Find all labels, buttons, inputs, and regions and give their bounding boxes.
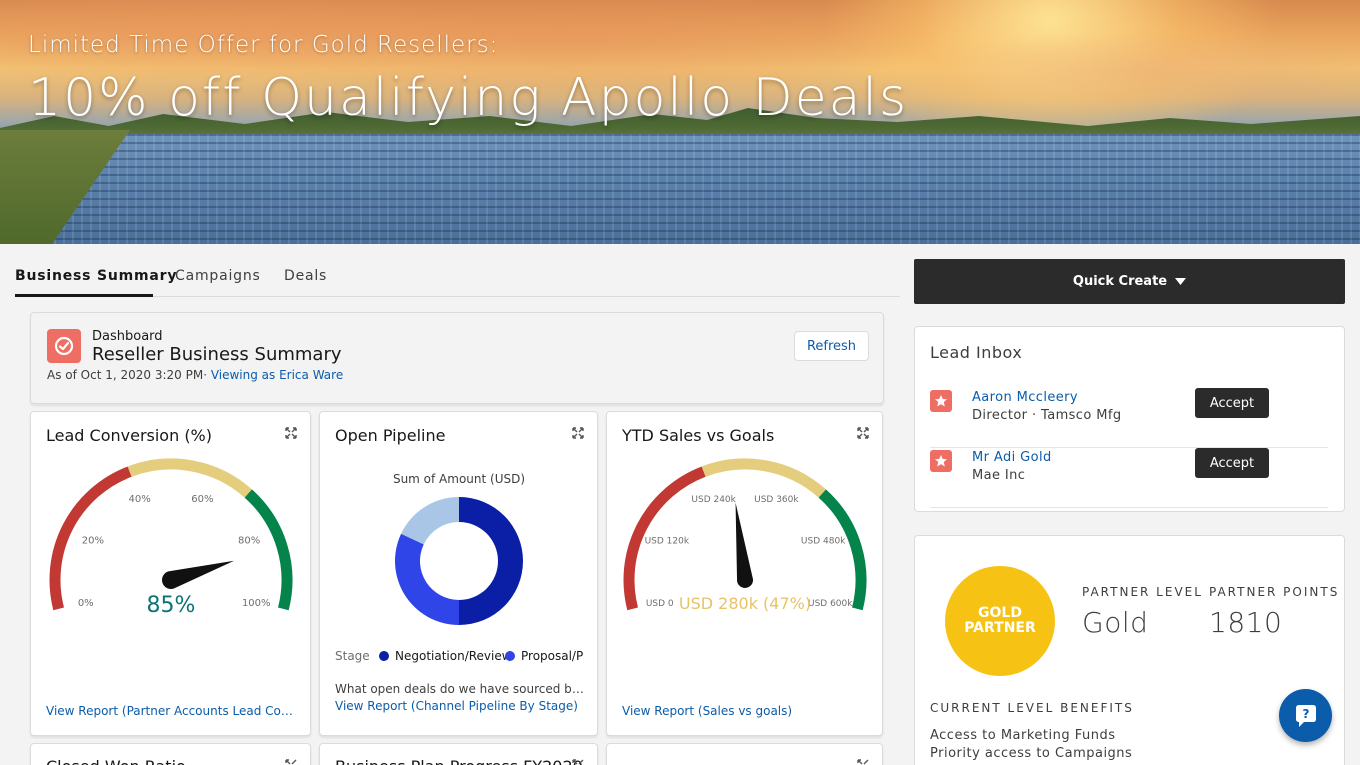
gauge-needle	[162, 560, 235, 589]
lead-inbox-title: Lead Inbox	[930, 343, 1023, 362]
partner-points-value: 1810	[1209, 606, 1283, 639]
gauge-tick-label: 40%	[129, 494, 151, 505]
active-tab-indicator	[15, 294, 153, 297]
bottom-right-card	[606, 743, 883, 765]
view-report-link[interactable]: View Report (Channel Pipeline By Stage)	[335, 699, 585, 713]
closed-won-card: Closed Won Ratio	[30, 743, 311, 765]
legend-swatch	[379, 651, 389, 661]
gauge-band-2	[818, 489, 867, 611]
accept-button[interactable]: Accept	[1195, 448, 1269, 478]
partner-level-value: Gold	[1082, 606, 1149, 639]
quick-create-button[interactable]: Quick Create	[914, 259, 1345, 304]
view-report-link[interactable]: View Report (Sales vs goals)	[622, 704, 872, 718]
badge-line-1: GOLD	[978, 605, 1022, 621]
tab-business-summary[interactable]: Business Summary	[15, 268, 177, 284]
banner-overline: Limited Time Offer for Gold Resellers:	[28, 32, 499, 58]
caret-down-icon	[1175, 278, 1187, 285]
viewing-as-link[interactable]: · Viewing as Erica Ware	[203, 368, 343, 382]
as-of-text: As of Oct 1, 2020 3:20 PM	[47, 368, 204, 382]
benefit-item: Priority access to Campaigns	[930, 746, 1133, 761]
legend-entry: Negotiation/Review	[395, 649, 512, 663]
chat-help-icon[interactable]: ?	[1279, 689, 1332, 742]
donut-title: Sum of Amount (USD)	[393, 472, 525, 486]
expand-icon[interactable]	[284, 758, 298, 765]
lead-name-link[interactable]: Mr Adi Gold	[972, 450, 1052, 465]
business-plan-card: Business Plan Progress FY2020	[319, 743, 598, 765]
gauge-needle	[735, 502, 753, 588]
dashboard-title: Reseller Business Summary	[92, 344, 342, 365]
gauge-tick-label: USD 120k	[645, 537, 690, 547]
gauge-tick-label: USD 0	[646, 599, 674, 609]
benefits-label: CURRENT LEVEL BENEFITS	[930, 701, 1134, 715]
gauge-band-1	[701, 458, 826, 498]
gauge-tick-label: USD 600k	[808, 599, 853, 609]
hero-banner: Limited Time Offer for Gold Resellers: 1…	[0, 0, 1360, 244]
lead-inbox-panel: Lead Inbox Aaron Mccleery Director · Tam…	[914, 326, 1345, 512]
gauge-band-1	[127, 458, 252, 498]
lead-subtitle: Director · Tamsco Mfg	[972, 408, 1122, 423]
lead-star-icon	[930, 390, 952, 412]
pipeline-description: What open deals do we have sourced by pa…	[335, 682, 585, 696]
dashboard-icon	[47, 329, 81, 363]
lead-subtitle: Mae Inc	[972, 468, 1026, 483]
ytd-sales-gauge: USD 0 USD 120k USD 240k USD 360k USD 480k USD…	[623, 458, 867, 613]
gauge-tick-label: USD 240k	[691, 495, 736, 505]
gauge-band-2	[244, 489, 293, 611]
view-report-link[interactable]: View Report (Partner Accounts Lead Conve…	[46, 704, 296, 718]
banner-headline: 10% off Qualifying Apollo Deals	[28, 68, 909, 128]
lead-star-icon	[930, 450, 952, 472]
tab-bar: Business Summary Campaigns Deals	[15, 258, 900, 297]
badge-line-2: PARTNER	[964, 620, 1036, 636]
gauge-value-label: USD 280k (47%)	[679, 594, 811, 613]
banner-solar-field	[0, 134, 1360, 244]
dashboard-header: Dashboard Reseller Business Summary As o…	[30, 312, 884, 404]
expand-icon[interactable]	[856, 758, 870, 765]
open-pipeline-card: Open Pipeline Sum of Amount (USD) Stage Ne…	[319, 411, 598, 736]
gauge-tick-label: 20%	[82, 536, 104, 547]
donut-slice-1	[395, 533, 459, 625]
gauge-tick-label: 60%	[191, 494, 213, 505]
gauge-tick-label: 0%	[78, 598, 94, 609]
lead-item: Aaron Mccleery Director · Tamsco Mfg Acc…	[930, 388, 1328, 448]
lead-item: Mr Adi Gold Mae Inc Accept	[930, 448, 1328, 508]
dashboard-eyebrow: Dashboard	[92, 329, 163, 344]
partner-level-panel: GOLD PARTNER PARTNER LEVEL Gold PARTNER …	[914, 535, 1345, 765]
gauge-tick-label: 100%	[242, 598, 271, 609]
tab-campaigns[interactable]: Campaigns	[175, 268, 261, 284]
expand-icon[interactable]	[571, 758, 585, 765]
partner-level-label: PARTNER LEVEL	[1082, 585, 1203, 599]
tab-deals[interactable]: Deals	[284, 268, 327, 284]
legend-swatch	[505, 651, 515, 661]
svg-text:?: ?	[1302, 707, 1309, 721]
gauge-tick-label: 80%	[238, 536, 260, 547]
lead-name-link[interactable]: Aaron Mccleery	[972, 390, 1078, 405]
card-title-business-plan: Business Plan Progress FY2020	[335, 757, 583, 765]
ytd-sales-card: YTD Sales vs Goals USD 0 USD 120k USD 240k…	[606, 411, 883, 736]
partner-points-label: PARTNER POINTS	[1209, 585, 1340, 599]
dashboard-timestamp: As of Oct 1, 2020 3:20 PM· Viewing as Er…	[47, 368, 343, 382]
legend-title: Stage	[335, 649, 370, 663]
donut-slice-0	[459, 497, 523, 625]
lead-conversion-gauge: 0% 20% 40% 60% 80% 100% 85%	[49, 458, 293, 618]
quick-create-label: Quick Create	[1072, 274, 1168, 289]
benefit-item: Access to Marketing Funds	[930, 728, 1116, 743]
legend-entry: Proposal/P	[521, 649, 583, 663]
open-pipeline-donut: Sum of Amount (USD) Stage Negotiation/Revi…	[335, 472, 583, 663]
gauge-value-label: 85%	[147, 593, 196, 618]
gold-partner-badge: GOLD PARTNER	[945, 566, 1055, 676]
lead-conversion-card: Lead Conversion (%) 0% 20% 40% 60% 80% 100% 85…	[30, 411, 311, 736]
gauge-tick-label: USD 480k	[801, 537, 846, 547]
donut-slice-2	[401, 497, 459, 545]
card-title-closed-won: Closed Won Ratio	[46, 757, 186, 765]
refresh-button[interactable]: Refresh	[794, 331, 869, 361]
gauge-tick-label: USD 360k	[754, 495, 799, 505]
accept-button[interactable]: Accept	[1195, 388, 1269, 418]
